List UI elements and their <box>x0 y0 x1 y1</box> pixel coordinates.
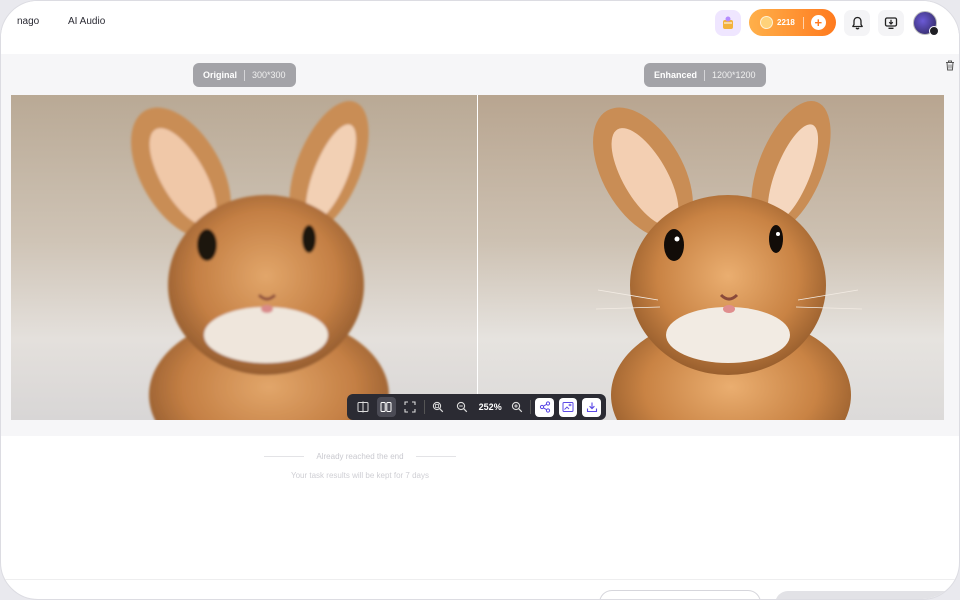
top-bar: nago AI Audio 2218 + <box>1 1 959 45</box>
bottom-divider <box>1 579 959 580</box>
viewer-toolbar: 252% <box>347 394 606 420</box>
fullscreen-icon[interactable] <box>400 397 420 417</box>
download-app-icon[interactable] <box>878 10 904 36</box>
original-image[interactable] <box>11 95 477 420</box>
credits-separator <box>802 16 804 29</box>
zoom-fit-icon[interactable] <box>429 397 449 417</box>
nav-item-image[interactable]: nago <box>17 16 39 27</box>
side-by-side-icon[interactable] <box>376 397 397 417</box>
daily-reward-icon[interactable] <box>715 10 741 36</box>
download-icon[interactable] <box>582 397 601 417</box>
share-icon[interactable] <box>535 397 554 417</box>
nav-item-ai-audio[interactable]: AI Audio <box>68 16 105 27</box>
toolbar-separator <box>423 400 425 414</box>
credits-count: 2218 <box>777 18 795 27</box>
prompt-input[interactable] <box>599 590 761 599</box>
end-of-list-text: Already reached the end <box>316 452 404 461</box>
toolbar-separator <box>530 400 532 414</box>
add-credits-button[interactable]: + <box>810 15 826 30</box>
original-resolution: 300*300 <box>252 70 286 80</box>
zoom-in-icon[interactable] <box>507 397 527 417</box>
app-window: nago AI Audio 2218 + Original 300*300 En… <box>0 0 960 600</box>
split-view-icon[interactable] <box>353 397 373 417</box>
enhanced-label-name: Enhanced <box>654 70 698 80</box>
end-divider-left <box>264 456 304 457</box>
original-label: Original 300*300 <box>193 63 296 87</box>
enhanced-label: Enhanced 1200*1200 <box>644 63 766 87</box>
credits-badge[interactable]: 2218 + <box>749 9 836 36</box>
edit-image-icon[interactable] <box>558 397 578 417</box>
retention-notice: Your task results will be kept for 7 day… <box>291 471 429 480</box>
zoom-out-icon[interactable] <box>452 397 472 417</box>
user-avatar[interactable] <box>913 11 939 36</box>
enhanced-resolution: 1200*1200 <box>712 70 756 80</box>
delete-icon[interactable] <box>945 60 955 71</box>
notification-bell-icon[interactable] <box>844 10 870 36</box>
original-label-name: Original <box>203 70 238 80</box>
vip-crown-icon <box>929 26 939 36</box>
zoom-level: 252% <box>478 402 502 412</box>
label-separator <box>704 69 706 81</box>
end-divider-right <box>416 456 456 457</box>
generate-button[interactable] <box>775 591 959 599</box>
enhanced-image[interactable] <box>478 95 944 420</box>
label-separator <box>244 69 246 81</box>
coin-icon <box>760 16 773 29</box>
